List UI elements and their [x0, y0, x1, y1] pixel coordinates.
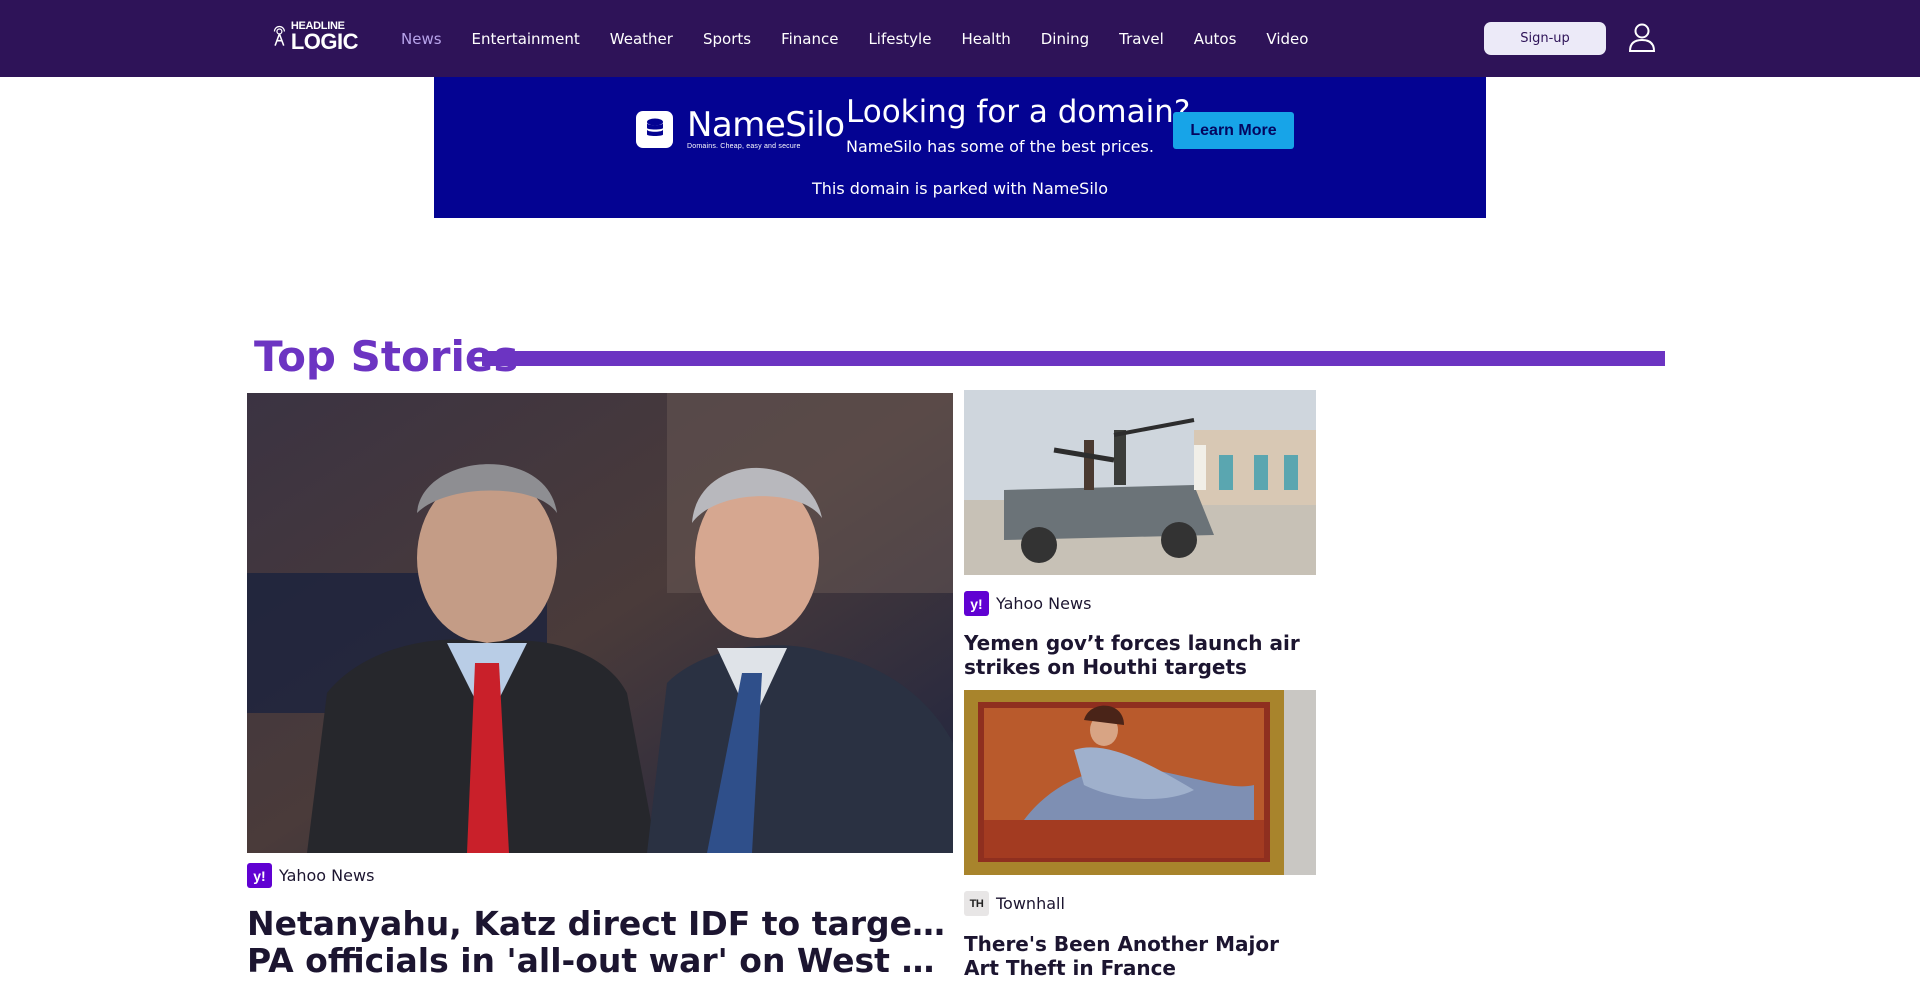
hero-source[interactable]: y! Yahoo News — [247, 863, 374, 888]
logo-line2: LOGIC — [290, 29, 359, 54]
nav-autos[interactable]: Autos — [1194, 30, 1237, 48]
ad-headline: Looking for a domain? — [846, 94, 1191, 130]
learn-more-button[interactable]: Learn More — [1173, 112, 1294, 149]
ad-parked-text: This domain is parked with NameSilo — [811, 179, 1109, 198]
logo-icon — [273, 25, 285, 46]
nav-travel[interactable]: Travel — [1119, 30, 1164, 48]
hero-story-image[interactable] — [247, 393, 953, 853]
ad-banner[interactable]: NameSilo Domains. Cheap, easy and secure… — [434, 77, 1486, 218]
side-2-source[interactable]: TH Townhall — [964, 891, 1065, 916]
nav-health[interactable]: Health — [961, 30, 1010, 48]
nav-news[interactable]: News — [401, 30, 442, 48]
nav-dining[interactable]: Dining — [1041, 30, 1089, 48]
database-icon — [636, 110, 673, 148]
site-logo[interactable]: HEADLINE LOGIC — [272, 20, 359, 54]
nav-lifestyle[interactable]: Lifestyle — [868, 30, 931, 48]
nav-finance[interactable]: Finance — [781, 30, 838, 48]
ad-brand: NameSilo — [687, 105, 845, 145]
townhall-icon: TH — [964, 891, 989, 916]
nav-weather[interactable]: Weather — [610, 30, 673, 48]
hero-title-line2: PA officials in 'all-out war' on West Ba… — [247, 942, 953, 979]
site-header: HEADLINE LOGIC News Entertainment Weathe… — [0, 0, 1920, 77]
nav-entertainment[interactable]: Entertainment — [472, 30, 580, 48]
section-divider — [482, 351, 1665, 366]
user-icon[interactable] — [1628, 22, 1656, 52]
hero-story-title[interactable]: Netanyahu, Katz direct IDF to target sen… — [247, 905, 953, 983]
side-story-1-title[interactable]: Yemen gov’t forces launch air strikes on… — [964, 631, 1316, 679]
side-story-2-title[interactable]: There's Been Another Major Art Theft in … — [964, 932, 1316, 980]
hero-title-line1: Netanyahu, Katz direct IDF to target sen… — [247, 905, 953, 942]
side-2-source-name: Townhall — [996, 894, 1065, 913]
main-nav: News Entertainment Weather Sports Financ… — [386, 0, 1323, 77]
namesilo-logo: NameSilo Domains. Cheap, easy and secure — [636, 108, 845, 150]
ad-tagline: Domains. Cheap, easy and secure — [687, 143, 801, 150]
side-1-source[interactable]: y! Yahoo News — [964, 591, 1091, 616]
section-title: Top Stories — [254, 332, 519, 381]
yahoo-icon: y! — [964, 591, 989, 616]
ad-subtext: NameSilo has some of the best prices. — [846, 137, 1154, 156]
yahoo-icon: y! — [247, 863, 272, 888]
hero-source-name: Yahoo News — [279, 866, 375, 885]
signup-button[interactable]: Sign-up — [1484, 22, 1606, 55]
side-story-1-image[interactable] — [964, 390, 1316, 575]
side-1-source-name: Yahoo News — [996, 594, 1092, 613]
nav-sports[interactable]: Sports — [703, 30, 751, 48]
nav-video[interactable]: Video — [1266, 30, 1308, 48]
side-story-2-image[interactable] — [964, 690, 1316, 875]
